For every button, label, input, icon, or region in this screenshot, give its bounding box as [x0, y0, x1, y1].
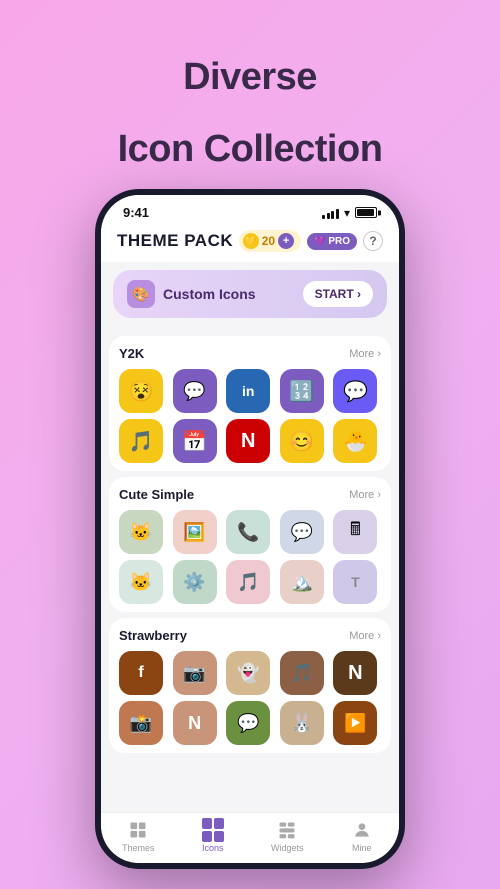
app-header: THEME PACK 💛 20 + 💜 PRO ? [101, 224, 399, 262]
list-item[interactable]: 💬 [226, 701, 270, 745]
y2k-section: Y2K More › 😵 💬 in 🔢 💬 🎵 📅 N 😊 🐣 [109, 336, 391, 471]
list-item[interactable]: 🏔️ [280, 560, 324, 604]
strawberry-icon-grid: f 📷 👻 🎵 N 📸 N 💬 🐰 ▶️ [119, 651, 381, 745]
start-button[interactable]: START › [303, 281, 373, 307]
strawberry-title: Strawberry [119, 628, 187, 643]
status-time: 9:41 [123, 205, 149, 220]
nav-item-mine[interactable]: Mine [337, 819, 387, 853]
coin-icon: 💛 [243, 233, 259, 249]
list-item[interactable]: N [226, 419, 270, 463]
cute-simple-section: Cute Simple More › 🐱 🖼️ 📞 💬 🖩 🐱 ⚙️ 🎵 🏔️ … [109, 477, 391, 612]
help-button[interactable]: ? [363, 231, 383, 251]
banner-left: 🎨 Custom Icons [127, 280, 256, 308]
list-item[interactable]: 😵 [119, 369, 163, 413]
list-item[interactable]: 💬 [173, 369, 217, 413]
list-item[interactable]: 📸 [119, 701, 163, 745]
cute-simple-icon-grid: 🐱 🖼️ 📞 💬 🖩 🐱 ⚙️ 🎵 🏔️ T [119, 510, 381, 604]
cute-simple-header: Cute Simple More › [119, 487, 381, 502]
app-title-text: THEME PACK [117, 231, 233, 251]
widgets-nav-label: Widgets [271, 843, 304, 853]
pro-heart-icon: 💜 [314, 236, 325, 247]
pro-badge[interactable]: 💜 PRO [307, 233, 357, 250]
list-item[interactable]: 📅 [173, 419, 217, 463]
list-item[interactable]: 🎵 [280, 651, 324, 695]
list-item[interactable]: 💬 [333, 369, 377, 413]
strawberry-header: Strawberry More › [119, 628, 381, 643]
nav-item-themes[interactable]: Themes [113, 819, 163, 853]
list-item[interactable]: 📷 [173, 651, 217, 695]
nav-item-icons[interactable]: Icons [188, 819, 238, 853]
icons-active-indicator [202, 818, 224, 842]
list-item[interactable]: ▶️ [333, 701, 377, 745]
list-item[interactable]: N [173, 701, 217, 745]
list-item[interactable]: f [119, 651, 163, 695]
add-coins-button[interactable]: + [278, 233, 294, 249]
banner-icon: 🎨 [127, 280, 155, 308]
battery-icon [355, 207, 377, 218]
list-item[interactable]: 🎵 [226, 560, 270, 604]
strawberry-more-link[interactable]: More › [349, 630, 381, 642]
list-item[interactable]: 👻 [226, 651, 270, 695]
custom-icons-banner[interactable]: 🎨 Custom Icons START › [113, 270, 387, 318]
scroll-area[interactable]: Y2K More › 😵 💬 in 🔢 💬 🎵 📅 N 😊 🐣 [101, 326, 399, 812]
status-bar: 9:41 ▾ [101, 195, 399, 224]
y2k-more-link[interactable]: More › [349, 348, 381, 360]
list-item[interactable]: T [333, 560, 377, 604]
phone-container: 9:41 ▾ THEME PACK 💛 20 + [95, 189, 405, 869]
themes-nav-label: Themes [122, 843, 155, 853]
y2k-section-header: Y2K More › [119, 346, 381, 361]
list-item[interactable]: 🔢 [280, 369, 324, 413]
widgets-icon [276, 819, 298, 841]
themes-icon [127, 819, 149, 841]
header-right: 💛 20 + 💜 PRO ? [239, 230, 383, 252]
mine-nav-label: Mine [352, 843, 372, 853]
list-item[interactable]: ⚙️ [173, 560, 217, 604]
coins-badge[interactable]: 💛 20 + [239, 230, 301, 252]
y2k-title: Y2K [119, 346, 144, 361]
coins-count: 20 [262, 234, 275, 248]
cute-simple-more-link[interactable]: More › [349, 489, 381, 501]
pro-label: PRO [328, 236, 350, 247]
page-title: Diverse Icon Collection [118, 28, 383, 171]
status-icons: ▾ [322, 206, 377, 220]
list-item[interactable]: 🐱 [119, 560, 163, 604]
wifi-icon: ▾ [344, 206, 350, 220]
signal-bars-icon [322, 207, 339, 219]
list-item[interactable]: 🐣 [333, 419, 377, 463]
list-item[interactable]: 💬 [280, 510, 324, 554]
strawberry-section: Strawberry More › f 📷 👻 🎵 N 📸 N 💬 🐰 ▶️ [109, 618, 391, 753]
list-item[interactable]: 🎵 [119, 419, 163, 463]
nav-item-widgets[interactable]: Widgets [262, 819, 312, 853]
mine-icon [351, 819, 373, 841]
list-item[interactable]: 🐱 [119, 510, 163, 554]
icons-nav-label: Icons [202, 843, 224, 853]
icons-icon [202, 819, 224, 841]
bottom-nav: Themes Icons [101, 812, 399, 863]
list-item[interactable]: 🐰 [280, 701, 324, 745]
list-item[interactable]: in [226, 369, 270, 413]
list-item[interactable]: 🖩 [333, 510, 377, 554]
list-item[interactable]: N [333, 651, 377, 695]
banner-text: Custom Icons [163, 286, 256, 302]
list-item[interactable]: 📞 [226, 510, 270, 554]
phone-screen: 9:41 ▾ THEME PACK 💛 20 + [101, 195, 399, 863]
list-item[interactable]: 🖼️ [173, 510, 217, 554]
cute-simple-title: Cute Simple [119, 487, 194, 502]
y2k-icon-grid: 😵 💬 in 🔢 💬 🎵 📅 N 😊 🐣 [119, 369, 381, 463]
list-item[interactable]: 😊 [280, 419, 324, 463]
